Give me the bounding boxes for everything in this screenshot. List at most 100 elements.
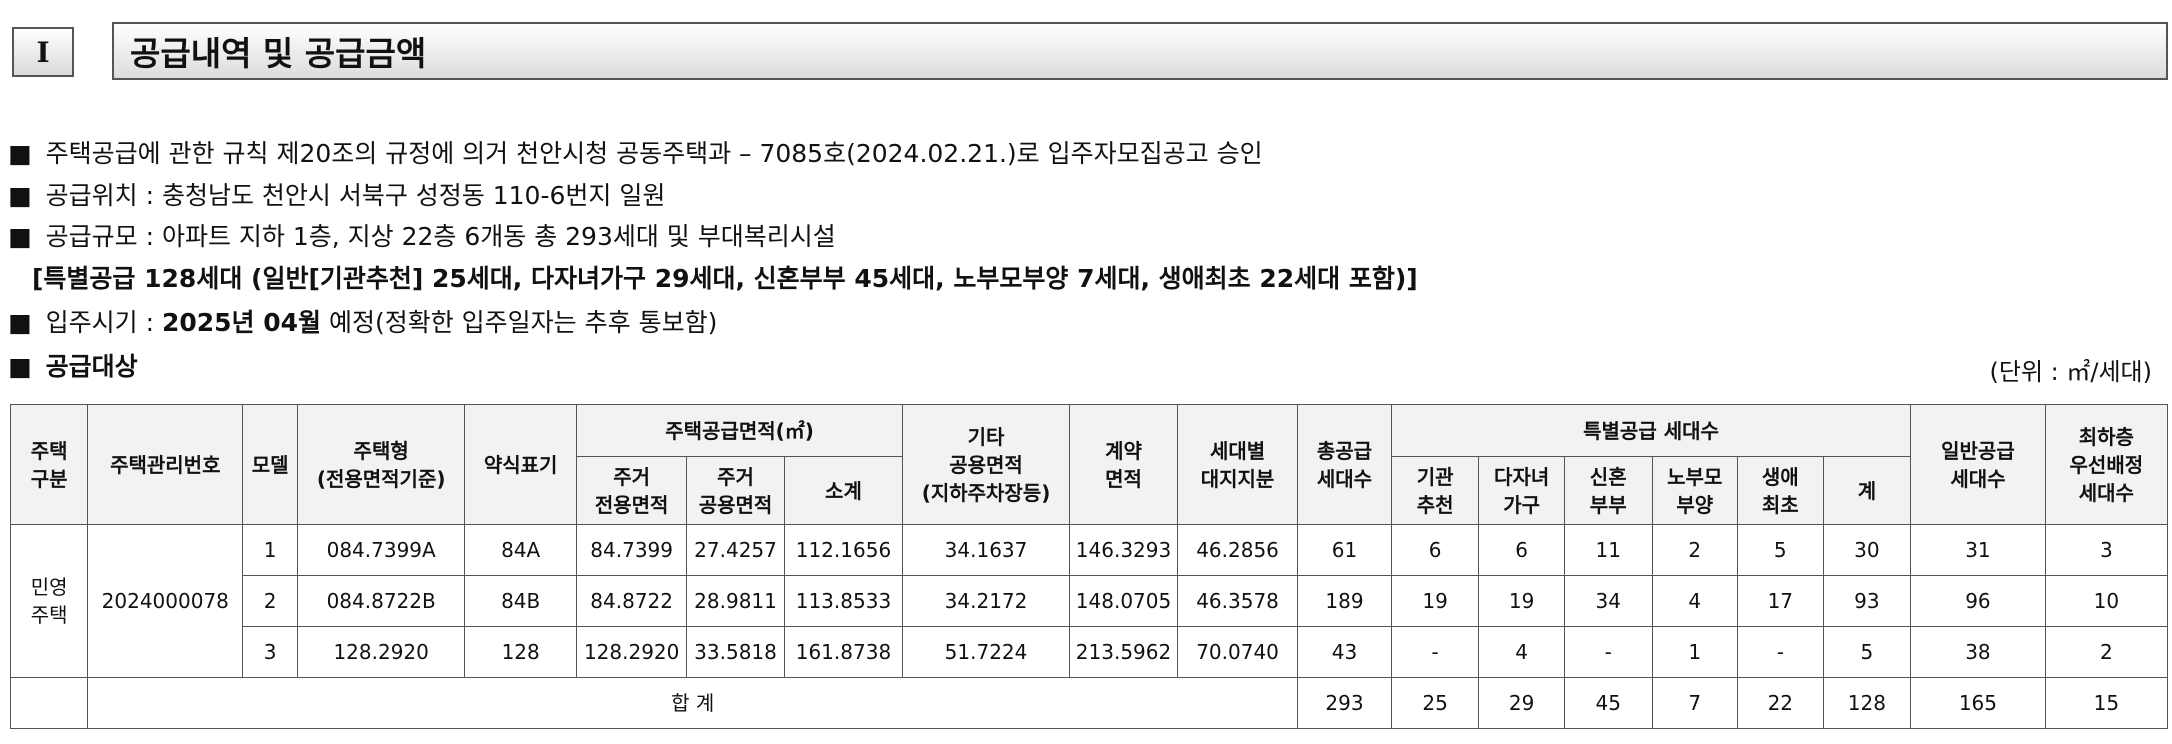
table-cell: 30 [1822,524,1912,576]
table-cell: 128 [464,626,578,678]
bullet-location: ■ 공급위치 : 충청남도 천안시 서북구 성정동 110-6번지 일원 [8,179,665,213]
table-cell: 31 [1910,524,2046,576]
bullet-scale: ■ 공급규모 : 아파트 지하 1층, 지상 22층 6개동 총 293세대 및 … [8,220,836,254]
table-cell: 38 [1910,626,2046,678]
header-total-units: 총공급 세대수 [1297,404,1392,525]
table-cell: 6 [1478,524,1565,576]
total-cell: 293 [1297,677,1392,729]
table-cell: 43 [1297,626,1392,678]
bullet-scale-text: 공급규모 : 아파트 지하 1층, 지상 22층 6개동 총 293세대 및 부… [45,222,836,251]
header-abbr: 약식표기 [464,404,578,525]
table-body: 민영 주택 2024000078 1 084.7399A 84A 84.7399 27.4… [9,524,2169,729]
total-cell: 25 [1390,677,1480,729]
table-cell: 6 [1390,524,1480,576]
table-row: 민영 주택 2024000078 1 084.7399A 84A 84.7399 27.4… [9,524,2169,678]
header-sp-first-time: 생애 최초 [1737,456,1824,525]
total-cell: 128 [1822,677,1912,729]
table-cell: 1 [1651,626,1739,678]
table-cell: 84A [464,524,578,576]
header-lowest-floor: 최하층 우선배정 세대수 [2044,404,2169,525]
total-label: 합 계 [87,677,1299,729]
table-cell: 28.9811 [686,575,785,627]
table-cell: 33.5818 [686,626,785,678]
table-cell: 128.2920 [576,626,688,678]
table-cell: 46.2856 [1176,524,1299,576]
header-other-common: 기타 공용면적 (지하주차장등) [902,404,1071,525]
special-supply-summary: [특별공급 128세대 (일반[기관추천] 25세대, 다자녀가구 29세대, … [32,264,1418,293]
header-special-supply: 특별공급 세대수 [1390,404,1912,457]
header-sp-newlywed: 신혼 부부 [1563,456,1653,525]
table-cell: 161.8738 [783,626,904,678]
table-cell: 19 [1478,575,1565,627]
table-cell: 4 [1651,575,1739,627]
table-cell: 148.0705 [1069,575,1178,627]
bullet-approval-text: 주택공급에 관한 규칙 제20조의 규정에 의거 천안시청 공동주택과 – 70… [45,139,1263,168]
header-housing-type: 주택 구분 [9,404,89,525]
group-label: 민영 주택 [9,524,89,678]
bullet-approval: ■ 주택공급에 관한 규칙 제20조의 규정에 의거 천안시청 공동주택과 – 7… [8,137,1263,171]
total-cell: 165 [1910,677,2046,729]
supply-table: 주택 구분 주택관리번호 모델 주택형 (전용면적기준) 약식표기 주택공급면적(㎡… [9,404,2169,729]
table-cell: - [1390,626,1480,678]
table-cell: 112.1656 [783,524,904,576]
table-cell: 34.2172 [902,575,1071,627]
total-cell: 29 [1478,677,1565,729]
bullet-marker: ■ [8,181,32,210]
table-cell: 96 [1910,575,2046,627]
table-cell: 4 [1478,626,1565,678]
table-cell: 1 [242,524,299,576]
bullet-marker: ■ [8,352,32,381]
move-in-label: 입주시기 : [45,308,162,337]
header-subtotal: 소계 [783,456,904,525]
table-cell: 5 [1822,626,1912,678]
table-row: 2 084.8722B 84B 84.8722 28.9811 113.8533 34.21… [11,575,2169,627]
bullet-supply-target: ■ 공급대상 [8,350,138,384]
header-land-share: 세대별 대지지분 [1176,404,1299,525]
total-cell: 15 [2044,677,2169,729]
table-cell: 10 [2044,575,2169,627]
table-cell: 11 [1563,524,1653,576]
header-common-area: 주거 공용면적 [686,456,785,525]
header-sp-parent: 노부모 부양 [1651,456,1739,525]
mgmt-no-cell: 2024000078 [87,524,244,678]
table-cell: 113.8533 [783,575,904,627]
header-mgmt-no: 주택관리번호 [87,404,244,525]
table-cell: 128.2920 [297,626,466,678]
supply-target-heading: 공급대상 [45,352,138,381]
section-number: I [12,27,74,77]
bullet-marker: ■ [8,139,32,168]
table-cell: 146.3293 [1069,524,1178,576]
table-cell: 46.3578 [1176,575,1299,627]
total-cell: 7 [1651,677,1739,729]
table-cell: 2 [242,575,299,627]
table-cell: 2 [1651,524,1739,576]
table-cell: 3 [242,626,299,678]
header-house-type: 주택형 (전용면적기준) [297,404,466,525]
table-cell: 2 [2044,626,2169,678]
table-cell: 189 [1297,575,1392,627]
header-sp-sum: 계 [1822,456,1912,525]
table-cell: 27.4257 [686,524,785,576]
move-in-note: 예정(정확한 입주일자는 추후 통보함) [321,308,718,337]
section-title: 공급내역 및 공급금액 [130,34,427,73]
table-cell: - [1737,626,1824,678]
table-cell: 84.7399 [576,524,688,576]
total-cell: 45 [1563,677,1653,729]
header-exclusive-area: 주거 전용면적 [576,456,688,525]
total-cell: 22 [1737,677,1824,729]
bullet-marker: ■ [8,308,32,337]
move-in-date: 2025년 04월 [161,308,322,337]
table-cell: 19 [1390,575,1480,627]
table-row: 3 128.2920 128 128.2920 33.5818 161.8738 51.72… [11,626,2169,678]
table-cell: 84B [464,575,578,627]
header-sp-institution: 기관 추천 [1390,456,1480,525]
table-cell: - [1563,626,1653,678]
table-cell: 084.7399A [297,524,466,576]
total-row: 합 계 293 25 29 45 7 22 128 165 15 [9,677,2169,729]
unit-note: (단위 : ㎡/세대) [1989,358,2152,386]
table-cell: 51.7224 [902,626,1071,678]
bullet-move-in: ■ 입주시기 : 2025년 04월 예정(정확한 입주일자는 추후 통보함) [8,306,717,340]
total-blank [9,677,89,729]
bullet-location-text: 공급위치 : 충청남도 천안시 서북구 성정동 110-6번지 일원 [45,181,666,210]
table-cell: 84.8722 [576,575,688,627]
